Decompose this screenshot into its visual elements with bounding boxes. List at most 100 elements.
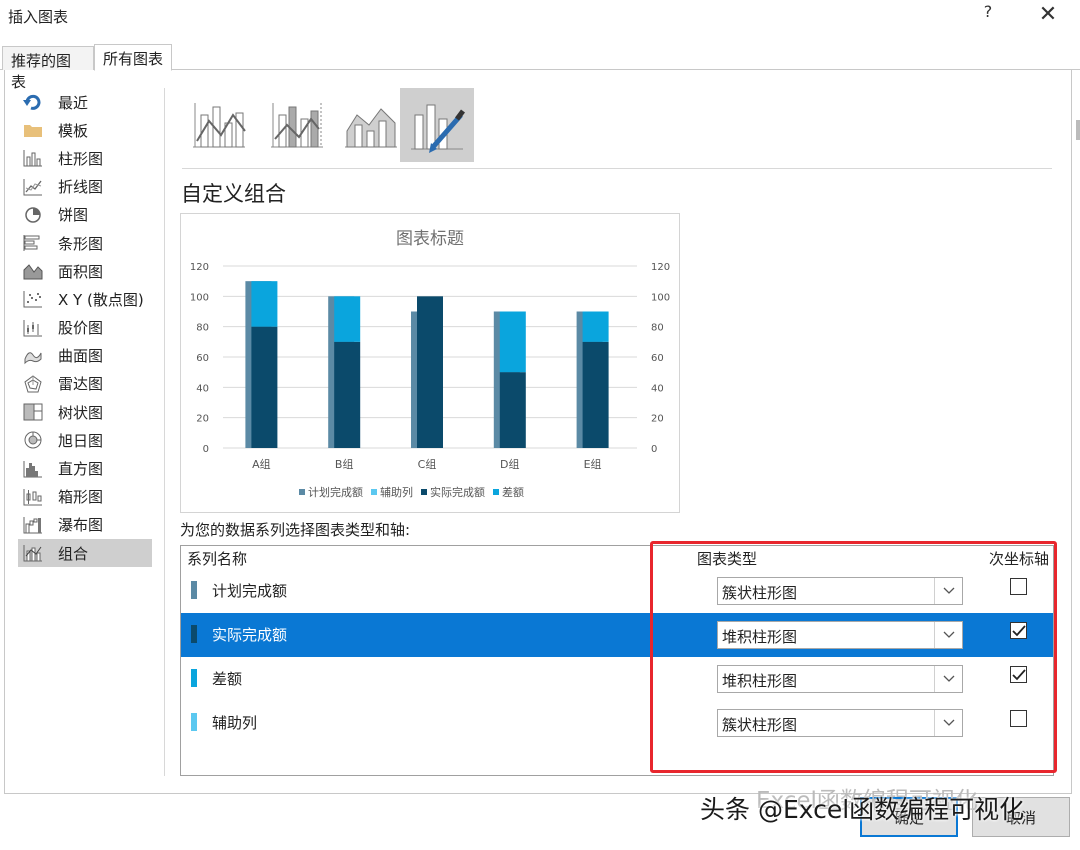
sidebar-item-stock-chart[interactable]: 股价图 xyxy=(18,314,152,342)
legend-swatch xyxy=(493,489,499,495)
series-table: 系列名称 图表类型 次坐标轴 计划完成额 簇状柱形图 实际完成额 堆积柱形图差额 堆积柱… xyxy=(180,545,1054,776)
sidebar-item-label: 模板 xyxy=(58,121,89,140)
series-color-swatch xyxy=(191,581,197,599)
series-name: 辅助列 xyxy=(212,714,258,732)
window-title: 插入图表 xyxy=(8,8,69,26)
sidebar-item-radar-chart[interactable]: 雷达图 xyxy=(18,370,152,398)
tab-all-charts[interactable]: 所有图表 xyxy=(94,44,172,71)
y-tick-label: 100 xyxy=(190,292,209,303)
bar-差额 xyxy=(499,311,526,373)
column-chart-icon xyxy=(22,149,44,167)
sidebar-item-label: X Y (散点图) xyxy=(58,290,144,309)
sunburst-chart-icon xyxy=(22,431,44,449)
stock-chart-icon xyxy=(22,319,44,337)
sidebar-item-folder[interactable]: 模板 xyxy=(18,116,152,144)
legend-swatch xyxy=(421,489,427,495)
chart-type-select[interactable]: 簇状柱形图 xyxy=(717,577,963,605)
secondary-axis-checkbox[interactable] xyxy=(1010,710,1027,727)
sidebar-item-surface-chart[interactable]: 曲面图 xyxy=(18,342,152,370)
sidebar-item-bar-chart[interactable]: 条形图 xyxy=(18,229,152,257)
chevron-down-icon[interactable] xyxy=(934,622,962,648)
bar-chart-icon xyxy=(22,234,44,252)
chart-type-select[interactable]: 堆积柱形图 xyxy=(717,621,963,649)
custom-combination-icon[interactable] xyxy=(400,88,474,162)
x-tick-label: C组 xyxy=(418,457,437,471)
series-row[interactable]: 计划完成额 簇状柱形图 xyxy=(181,569,1053,613)
secondary-axis-checkbox[interactable] xyxy=(1010,666,1027,683)
section-title: 自定义组合 xyxy=(181,182,286,206)
pie-chart-icon xyxy=(22,206,44,224)
combo-type-gallery xyxy=(182,88,482,162)
combo-chart-icon xyxy=(22,544,44,562)
area-chart-icon xyxy=(22,262,44,280)
close-button[interactable]: ✕ xyxy=(1030,0,1066,30)
chevron-down-icon[interactable] xyxy=(934,666,962,692)
y-tick-label: 40 xyxy=(196,383,209,394)
box-chart-icon xyxy=(22,488,44,506)
series-name: 差额 xyxy=(212,670,243,688)
title-bar: 插入图表 ? ✕ xyxy=(0,0,1080,32)
bar-实际完成额 xyxy=(251,326,278,448)
chart-type-select[interactable]: 簇状柱形图 xyxy=(717,709,963,737)
clustered-column-line-icon[interactable] xyxy=(182,88,256,162)
tab-recommended-charts[interactable]: 推荐的图表 xyxy=(2,46,94,91)
bar-实际完成额 xyxy=(417,296,443,448)
stacked-area-clustered-column-icon[interactable] xyxy=(334,88,408,162)
x-tick-label: D组 xyxy=(500,457,519,471)
chart-type-value: 堆积柱形图 xyxy=(722,628,798,646)
x-tick-label: A组 xyxy=(252,457,271,471)
sidebar-item-treemap-chart[interactable]: 树状图 xyxy=(18,398,152,426)
x-tick-label: E组 xyxy=(584,457,602,471)
chevron-down-icon[interactable] xyxy=(934,710,962,736)
y2-tick-label: 80 xyxy=(651,323,664,334)
sidebar-item-scatter-chart[interactable]: X Y (散点图) xyxy=(18,285,152,313)
series-prompt: 为您的数据系列选择图表类型和轴: xyxy=(180,521,411,539)
sidebar-item-line-chart[interactable]: 折线图 xyxy=(18,173,152,201)
radar-chart-icon xyxy=(22,375,44,393)
right-edge-scrollbar[interactable] xyxy=(1076,120,1080,140)
sidebar-item-column-chart[interactable]: 柱形图 xyxy=(18,144,152,172)
chart-type-value: 簇状柱形图 xyxy=(722,584,798,602)
sidebar-item-recent[interactable]: 最近 xyxy=(18,88,152,116)
watermark: 头条 @Excel函数编程可视化 xyxy=(700,795,1025,824)
chart-type-value: 堆积柱形图 xyxy=(722,672,798,690)
header-secondary-axis: 次坐标轴 xyxy=(989,550,1050,568)
clustered-column-line-secondary-icon[interactable] xyxy=(260,88,334,162)
sidebar-item-pie-chart[interactable]: 饼图 xyxy=(18,201,152,229)
y2-tick-label: 20 xyxy=(651,414,664,425)
chart-title: 图表标题 xyxy=(396,229,464,249)
chart-preview: 图表标题 0 0 20 20 40 40 60 60 80 80 100 100 120 120 A组 B组 C组… xyxy=(180,213,680,513)
legend-label: 辅助列 xyxy=(380,485,413,499)
sidebar-divider xyxy=(164,88,165,776)
header-series-name: 系列名称 xyxy=(187,550,248,568)
series-row[interactable]: 实际完成额 堆积柱形图 xyxy=(181,613,1053,657)
sidebar-item-box-chart[interactable]: 箱形图 xyxy=(18,483,152,511)
secondary-axis-checkbox[interactable] xyxy=(1010,622,1027,639)
waterfall-chart-icon xyxy=(22,516,44,534)
sidebar-item-histogram-chart[interactable]: 直方图 xyxy=(18,454,152,482)
chevron-down-icon[interactable] xyxy=(934,578,962,604)
bar-实际完成额 xyxy=(582,341,609,448)
chart-type-select[interactable]: 堆积柱形图 xyxy=(717,665,963,693)
sidebar-item-label: 瀑布图 xyxy=(58,516,104,535)
sidebar-item-area-chart[interactable]: 面积图 xyxy=(18,257,152,285)
y2-tick-label: 100 xyxy=(651,292,670,303)
legend-label: 差额 xyxy=(502,485,524,499)
sidebar-item-label: 旭日图 xyxy=(58,431,104,450)
sidebar-item-waterfall-chart[interactable]: 瀑布图 xyxy=(18,511,152,539)
sidebar-item-label: 组合 xyxy=(58,544,89,563)
y-tick-label: 0 xyxy=(203,444,209,455)
y2-tick-label: 40 xyxy=(651,383,664,394)
sidebar-item-sunburst-chart[interactable]: 旭日图 xyxy=(18,426,152,454)
chart-svg: 图表标题 0 0 20 20 40 40 60 60 80 80 100 100 120 120 A组 B组 C组… xyxy=(190,229,670,499)
series-row[interactable]: 差额 堆积柱形图 xyxy=(181,657,1053,701)
sidebar-item-combo-chart[interactable]: 组合 xyxy=(18,539,152,568)
y2-tick-label: 0 xyxy=(651,444,657,455)
secondary-axis-checkbox[interactable] xyxy=(1010,578,1027,595)
help-button[interactable]: ? xyxy=(978,2,998,28)
header-chart-type: 图表类型 xyxy=(697,550,758,568)
series-row[interactable]: 辅助列 簇状柱形图 xyxy=(181,701,1053,745)
series-color-swatch xyxy=(191,625,197,643)
histogram-chart-icon xyxy=(22,460,44,478)
sidebar-item-label: 折线图 xyxy=(58,178,104,197)
